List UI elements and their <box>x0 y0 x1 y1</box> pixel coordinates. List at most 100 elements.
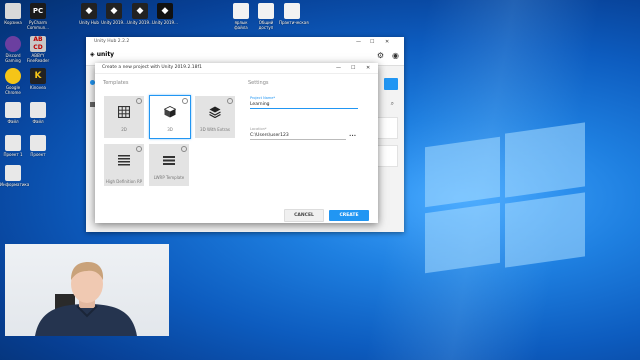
desktop-icon-file-1[interactable]: ярлык файла <box>228 3 254 30</box>
project-name-input[interactable]: Learning <box>250 101 358 109</box>
location-input[interactable]: C:\Users\user123 <box>250 132 346 140</box>
icon-label: Unity 2019... <box>101 20 127 25</box>
icon-label: Unity 2019... <box>152 20 178 25</box>
layers-icon <box>209 106 221 118</box>
icon-label: Практическая <box>279 20 309 25</box>
unity-icon: ◆ <box>81 3 97 19</box>
create-button[interactable]: CREATE <box>329 210 369 221</box>
desktop-icon-file-3[interactable]: Практическая <box>279 3 309 25</box>
icon-label: Kinovea <box>30 85 46 90</box>
desktop-icon-chrome[interactable]: Google Chrome <box>0 68 26 95</box>
minimize-button[interactable]: — <box>356 37 361 47</box>
abbyy-icon: AB CD <box>30 36 46 52</box>
desktop-icon-file-7[interactable]: Проект <box>25 135 51 157</box>
cancel-button[interactable]: CANCEL <box>284 209 324 222</box>
settings-heading: Settings <box>248 80 269 86</box>
gear-icon[interactable]: ⚙ <box>377 51 384 60</box>
icon-label: Проект 1 <box>3 152 23 157</box>
dialog-titlebar: Create a new project with Unity 2019.2.1… <box>95 63 378 74</box>
document-icon <box>30 102 46 118</box>
create-project-dialog: Create a new project with Unity 2019.2.1… <box>95 63 378 223</box>
info-icon[interactable] <box>136 146 142 152</box>
desktop-icon-unity-3[interactable]: ◆ Unity 2019... <box>152 3 178 25</box>
discord-icon <box>5 36 21 52</box>
desktop-icon-pycharm[interactable]: PC PyCharm Commun... <box>25 3 51 30</box>
grid-icon <box>118 106 130 118</box>
desktop-icon-abbyy[interactable]: AB CD ABBYY FineReader <box>25 36 51 63</box>
dialog-close-button[interactable]: ✕ <box>366 63 370 73</box>
dialog-minimize-button[interactable]: — <box>336 63 341 73</box>
template-3d-extras[interactable]: 3D With Extras <box>195 96 235 138</box>
document-icon <box>5 135 21 151</box>
person-figure <box>35 262 137 336</box>
info-icon[interactable] <box>181 146 187 152</box>
icon-label: PyCharm Commun... <box>27 20 49 30</box>
hub-title: Unity Hub 2.2.2 <box>94 39 130 44</box>
unity-icon: ◆ <box>106 3 122 19</box>
desktop-icon-file-4[interactable]: Файл <box>0 102 26 124</box>
hub-titlebar: Unity Hub 2.2.2 — ☐ ✕ <box>86 37 404 47</box>
document-icon <box>30 135 46 151</box>
template-label: 3D With Extras <box>200 127 230 132</box>
document-icon <box>284 3 300 19</box>
hdrp-icon <box>118 155 130 166</box>
maximize-button[interactable]: ☐ <box>370 37 374 47</box>
unity-logo-text: unity <box>96 51 115 58</box>
account-icon[interactable]: ◉ <box>392 51 399 60</box>
desktop-icon-discord[interactable]: Discord Gaming <box>0 36 26 63</box>
icon-label: ABBYY FineReader <box>26 53 50 63</box>
desktop-icon-unity-1[interactable]: ◆ Unity 2019... <box>101 3 127 25</box>
info-icon[interactable] <box>136 98 142 104</box>
search-icon[interactable]: ⌕ <box>391 100 394 108</box>
document-icon <box>233 3 249 19</box>
icon-label: Discord Gaming <box>5 53 21 63</box>
icon-label: Unity Hub <box>79 20 99 25</box>
desktop-icon-recycle-bin[interactable]: Корзина <box>0 3 26 25</box>
icon-label: Google Chrome <box>5 85 21 95</box>
icon-label: Проект <box>30 152 46 157</box>
icon-label: Файл <box>7 119 19 124</box>
document-icon <box>5 165 21 181</box>
desktop-icon-file-8[interactable]: Информатика <box>0 165 30 187</box>
kinovea-icon: K <box>30 68 46 84</box>
info-icon[interactable] <box>182 98 188 104</box>
browse-location-button[interactable]: ••• <box>349 132 356 139</box>
dialog-maximize-button[interactable]: ☐ <box>351 63 355 73</box>
desktop-icon-file-6[interactable]: Проект 1 <box>0 135 26 157</box>
cube-icon <box>164 106 176 118</box>
desktop-icon-file-5[interactable]: Файл <box>25 102 51 124</box>
templates-heading: Templates <box>103 80 129 86</box>
template-lwrp[interactable]: LWRP Template <box>149 144 189 186</box>
info-icon[interactable] <box>227 98 233 104</box>
template-label: High Definition RP <box>105 179 143 184</box>
icon-label: Файл <box>32 119 44 124</box>
windows-logo <box>405 120 595 290</box>
desktop-icon-kinovea[interactable]: K Kinovea <box>25 68 51 90</box>
close-button[interactable]: ✕ <box>385 37 389 47</box>
icon-label: Общий доступ <box>258 20 274 30</box>
chrome-icon <box>5 68 21 84</box>
unity-icon: ◆ <box>132 3 148 19</box>
unity-logo: ◈ unity <box>90 51 114 58</box>
webcam-overlay <box>5 244 169 336</box>
icon-label: ярлык файла <box>234 20 248 30</box>
location-label: Location* <box>250 127 267 131</box>
lwrp-icon <box>163 156 175 165</box>
recycle-bin-icon <box>5 3 21 19</box>
template-3d[interactable]: 3D <box>149 95 191 139</box>
template-label: 2D <box>121 127 127 132</box>
hub-new-dropdown[interactable] <box>384 78 398 90</box>
template-hdrp[interactable]: High Definition RP <box>104 144 144 186</box>
desktop-icon-file-2[interactable]: Общий доступ <box>253 3 279 30</box>
document-icon <box>5 102 21 118</box>
dialog-title: Create a new project with Unity 2019.2.1… <box>102 65 202 70</box>
desktop-icon-unity-hub[interactable]: ◆ Unity Hub <box>76 3 102 25</box>
template-label: 3D <box>167 127 173 132</box>
template-label: LWRP Template <box>153 175 185 180</box>
template-2d[interactable]: 2D <box>104 96 144 138</box>
icon-label: Информатика <box>0 182 30 187</box>
pycharm-icon: PC <box>30 3 46 19</box>
icon-label: Корзина <box>4 20 22 25</box>
desktop-icon-unity-2[interactable]: ◆ Unity 2019... <box>127 3 153 25</box>
icon-label: Unity 2019... <box>127 20 153 25</box>
